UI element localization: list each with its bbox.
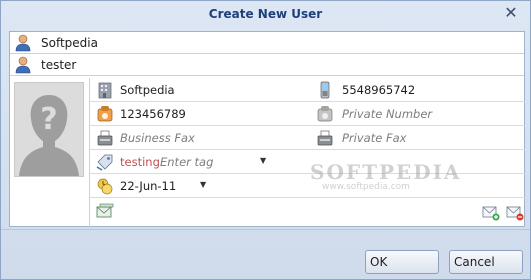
close-button[interactable]: ✕ bbox=[502, 4, 520, 22]
cancel-button[interactable]: Cancel bbox=[449, 250, 523, 274]
building-icon bbox=[98, 82, 112, 99]
last-name-row[interactable]: tester bbox=[10, 54, 524, 76]
remove-email-icon[interactable] bbox=[506, 205, 524, 221]
date-dropdown-arrow-icon[interactable]: ▼ bbox=[200, 180, 206, 189]
private-number-field[interactable]: Private Number bbox=[342, 107, 432, 121]
last-name-value[interactable]: tester bbox=[41, 58, 76, 72]
calendar-icon bbox=[97, 178, 113, 195]
envelope-stack-icon[interactable] bbox=[96, 203, 114, 221]
tag-input[interactable]: Enter tag bbox=[160, 155, 213, 169]
tag-icon bbox=[96, 154, 113, 171]
svg-text:?: ? bbox=[40, 102, 57, 137]
phone-row: 123456789 Private Number bbox=[90, 102, 525, 126]
softpedia-watermark: SOFTPEDIA www.softpedia.com bbox=[310, 160, 459, 200]
watermark-text: SOFTPEDIA bbox=[310, 160, 462, 184]
business-fax-field[interactable]: Business Fax bbox=[120, 131, 195, 145]
mobile-phone-icon bbox=[320, 81, 330, 99]
private-fax-field[interactable]: Private Fax bbox=[342, 131, 406, 145]
company-field[interactable]: Softpedia bbox=[120, 83, 175, 97]
phone-icon bbox=[97, 106, 113, 122]
first-name-value[interactable]: Softpedia bbox=[41, 36, 98, 50]
date-field[interactable]: 22-Jun-11 bbox=[120, 179, 176, 193]
user-icon bbox=[15, 56, 31, 74]
tag-dropdown-arrow-icon[interactable]: ▼ bbox=[260, 156, 266, 165]
fax-icon bbox=[97, 130, 113, 146]
add-email-icon[interactable] bbox=[482, 205, 500, 221]
unknown-person-icon: ? bbox=[19, 95, 79, 176]
create-user-dialog: Create New User ✕ Softpedia tester ? Sof… bbox=[0, 0, 531, 280]
ok-button[interactable]: OK bbox=[365, 250, 439, 274]
user-icon bbox=[15, 34, 31, 52]
phone-field[interactable]: 123456789 bbox=[120, 107, 186, 121]
phone-icon bbox=[317, 106, 333, 122]
user-photo-placeholder[interactable]: ? bbox=[14, 82, 84, 177]
dialog-title: Create New User bbox=[208, 7, 323, 21]
fax-row: Business Fax Private Fax bbox=[90, 126, 525, 150]
fax-icon bbox=[317, 130, 333, 146]
user-form-panel: Softpedia tester ? Softpedia 5548965742 … bbox=[9, 31, 525, 228]
first-name-row[interactable]: Softpedia bbox=[10, 32, 524, 54]
mobile-field[interactable]: 5548965742 bbox=[342, 83, 415, 97]
tag-value: testing bbox=[120, 155, 160, 169]
button-bar: OK Cancel bbox=[1, 229, 530, 280]
company-mobile-row: Softpedia 5548965742 bbox=[90, 78, 525, 102]
actions-row bbox=[90, 198, 525, 226]
